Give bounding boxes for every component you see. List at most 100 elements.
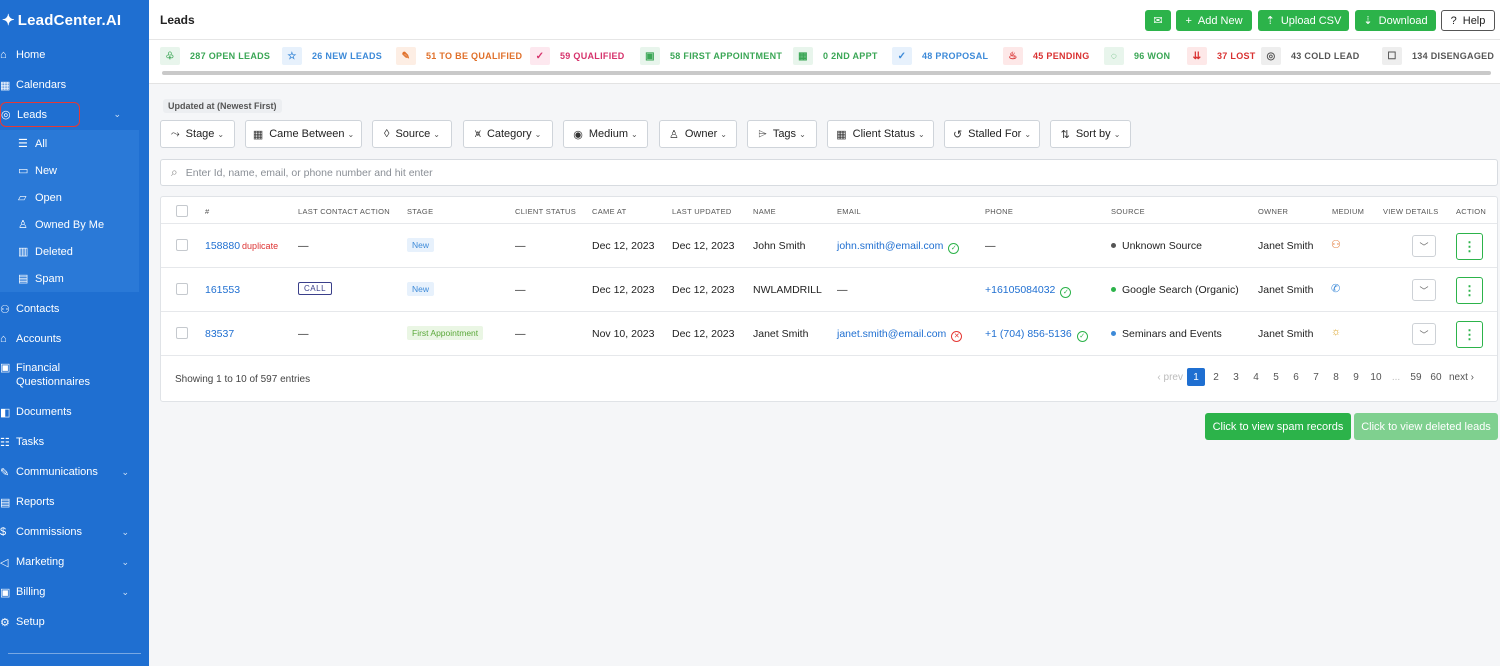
phone-icon: ✆: [1331, 283, 1341, 295]
status-cold-lead[interactable]: ◎ 43 COLD LEAD: [1261, 47, 1360, 65]
filter-tags[interactable]: ⌲ Tags ⌄: [747, 120, 817, 148]
status-proposal[interactable]: ✓ 48 PROPOSAL: [892, 47, 988, 65]
status-disengaged[interactable]: ☐ 134 DISENGAGED: [1382, 47, 1494, 65]
page-10[interactable]: 10: [1367, 368, 1385, 386]
email-link[interactable]: janet.smith@email.com: [837, 328, 946, 340]
phone-link[interactable]: +16105084032: [985, 284, 1055, 296]
sidebar-item-home[interactable]: ⌂ Home: [0, 40, 149, 70]
page-2[interactable]: 2: [1207, 368, 1225, 386]
sidebar-item-marketing[interactable]: ◁ Marketing ⌄: [0, 547, 149, 577]
page-1[interactable]: 1: [1186, 368, 1205, 386]
status-qualified[interactable]: ✓ 59 QUALIFIED: [530, 47, 625, 65]
sidebar-subitem-new[interactable]: ▭ New: [0, 157, 139, 184]
upload-csv-button[interactable]: ⇡ Upload CSV: [1258, 10, 1349, 31]
sidebar-item-setup[interactable]: ⚙ Setup: [0, 607, 149, 637]
page-60[interactable]: 60: [1427, 368, 1445, 386]
email-link[interactable]: john.smith@email.com: [837, 240, 943, 252]
filter-came-between[interactable]: ▦ Came Between ⌄: [245, 120, 362, 148]
horizontal-scrollbar[interactable]: [162, 71, 1491, 75]
filter-sort-by[interactable]: ⇅ Sort by ⌄: [1050, 120, 1131, 148]
status-2nd-appt[interactable]: ▦ 0 2ND APPT: [793, 47, 878, 65]
logo[interactable]: ✦ LeadCenter.AI: [0, 0, 149, 40]
page-7[interactable]: 7: [1307, 368, 1325, 386]
add-new-button[interactable]: + Add New: [1176, 10, 1252, 31]
filter-medium[interactable]: ◉ Medium ⌄: [563, 120, 648, 148]
sidebar-item-commissions[interactable]: $ Commissions ⌄: [0, 517, 149, 547]
check-circle-icon: ✓: [1060, 287, 1072, 298]
sidebar-subitem-all[interactable]: ☰ All: [0, 130, 139, 157]
source-dot: [1111, 287, 1116, 292]
sidebar-item-communications[interactable]: ✎ Communications ⌄: [0, 457, 149, 487]
pagination-next[interactable]: next ›: [1447, 368, 1476, 386]
sidebar-subitem-spam[interactable]: ▤ Spam: [0, 265, 139, 292]
sidebar-item-contacts[interactable]: ⚇ Contacts: [0, 294, 149, 324]
filter-owner[interactable]: ♙ Owner ⌄: [659, 120, 737, 148]
source-label: Seminars and Events: [1122, 328, 1222, 340]
row-checkbox[interactable]: [176, 239, 188, 251]
filter-source[interactable]: ◊ Source ⌄: [372, 120, 452, 148]
page-59[interactable]: 59: [1407, 368, 1425, 386]
status-open-leads[interactable]: ♧ 287 OPEN LEADS: [160, 47, 270, 65]
sidebar-subitem-deleted[interactable]: ▥ Deleted: [0, 238, 139, 265]
status-won[interactable]: ◌ 96 WON: [1104, 47, 1170, 65]
sidebar-item-reports[interactable]: ▤ Reports: [0, 487, 149, 517]
page-6[interactable]: 6: [1287, 368, 1305, 386]
action-menu-button[interactable]: ⋮: [1456, 277, 1483, 304]
folder-open-icon: ▱: [18, 192, 27, 204]
view-details-button[interactable]: ﹀: [1412, 279, 1436, 301]
action-menu-button[interactable]: ⋮: [1456, 233, 1483, 260]
sidebar-item-accounts[interactable]: ⌂ Accounts: [0, 324, 149, 354]
select-all-checkbox[interactable]: [176, 205, 188, 217]
status-to-be-qualified[interactable]: ✎ 51 TO BE QUALIFIED: [396, 47, 522, 65]
view-details-button[interactable]: ﹀: [1412, 323, 1436, 345]
stage-badge: New: [407, 282, 435, 296]
row-checkbox[interactable]: [176, 283, 188, 295]
sidebar-item-tasks[interactable]: ☷ Tasks: [0, 427, 149, 457]
sidebar-subitem-open[interactable]: ▱ Open: [0, 184, 139, 211]
view-spam-records-button[interactable]: Click to view spam records: [1205, 413, 1351, 440]
grid-icon: ▦: [836, 128, 847, 141]
pagination-prev[interactable]: ‹ prev: [1155, 368, 1185, 386]
filter-stalled-for[interactable]: ↺ Stalled For ⌄: [944, 120, 1040, 148]
page-4[interactable]: 4: [1247, 368, 1265, 386]
lead-id-link[interactable]: 158880: [205, 240, 240, 252]
filter-stage[interactable]: ⤳ Stage ⌄: [160, 120, 235, 148]
page-5[interactable]: 5: [1267, 368, 1285, 386]
home-icon: ⌂: [0, 49, 7, 61]
status-first-appointment[interactable]: ▣ 58 FIRST APPOINTMENT: [640, 47, 782, 65]
shield-icon: ◌: [1104, 47, 1124, 65]
lead-id-link[interactable]: 83537: [205, 328, 234, 340]
search-input[interactable]: [185, 166, 1380, 179]
status-label: 45 PENDING: [1033, 51, 1090, 61]
questionnaire-icon: ▣: [0, 362, 11, 374]
row-checkbox[interactable]: [176, 327, 188, 339]
column-header-last-updated: LAST UPDATED: [672, 207, 732, 216]
sidebar-item-financial-questionnaires[interactable]: ▣ Financial Questionnaires: [0, 354, 149, 397]
client-status: —: [515, 284, 526, 296]
help-button[interactable]: ? Help: [1441, 10, 1495, 31]
status-lost[interactable]: ⇊ 37 LOST: [1187, 47, 1256, 65]
sidebar-subitem-owned-by-me[interactable]: ♙ Owned By Me: [0, 211, 139, 238]
sidebar-item-label: Financial Questionnaires: [16, 361, 90, 389]
view-details-button[interactable]: ﹀: [1412, 235, 1436, 257]
view-deleted-leads-button[interactable]: Click to view deleted leads: [1354, 413, 1498, 440]
sidebar-item-billing[interactable]: ▣ Billing ⌄: [0, 577, 149, 607]
page-3[interactable]: 3: [1227, 368, 1245, 386]
page-9[interactable]: 9: [1347, 368, 1365, 386]
sidebar-item-leads[interactable]: ◎ Leads ⌄: [0, 102, 121, 127]
download-button[interactable]: ⇣ Download: [1355, 10, 1436, 31]
status-pending[interactable]: ♨ 45 PENDING: [1003, 47, 1090, 65]
email-button[interactable]: ✉: [1145, 10, 1171, 31]
lead-id-link[interactable]: 161553: [205, 284, 240, 296]
filter-label: Owner: [684, 128, 718, 140]
filter-client-status[interactable]: ▦ Client Status ⌄: [827, 120, 934, 148]
action-menu-button[interactable]: ⋮: [1456, 321, 1483, 348]
sidebar-item-calendars[interactable]: ▦ Calendars: [0, 70, 149, 100]
page-8[interactable]: 8: [1327, 368, 1345, 386]
filter-category[interactable]: ⩙ Category ⌄: [463, 120, 553, 148]
stage-badge: New: [407, 238, 435, 252]
status-new-leads[interactable]: ☆ 26 NEW LEADS: [282, 47, 382, 65]
eye-icon: ◉: [573, 128, 583, 141]
sidebar-item-documents[interactable]: ◧ Documents: [0, 397, 149, 427]
phone-link[interactable]: +1 (704) 856-5136: [985, 328, 1072, 340]
